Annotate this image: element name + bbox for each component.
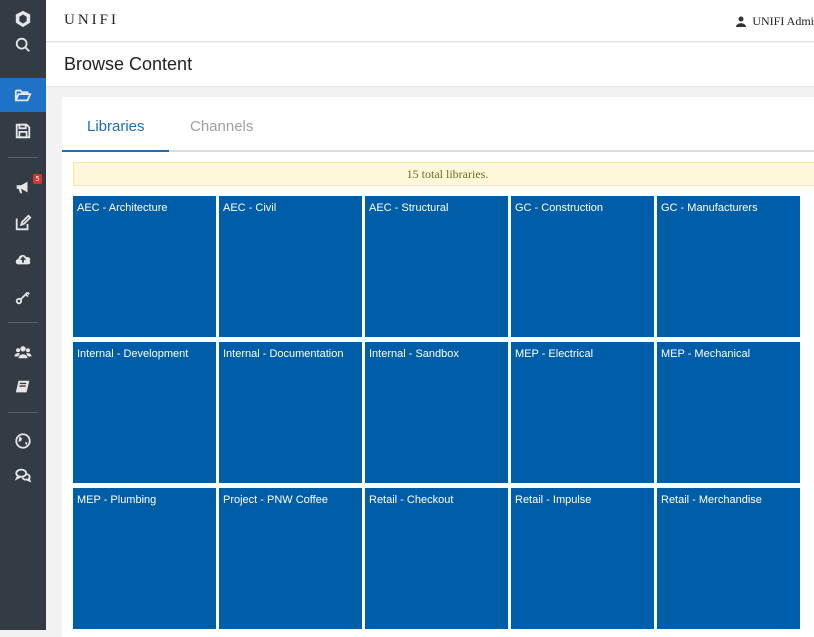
library-tile[interactable]: GC - Construction: [511, 196, 654, 337]
library-tile-label: AEC - Civil: [223, 202, 277, 214]
library-tile-label: MEP - Mechanical: [661, 348, 751, 360]
content-panel: Libraries Channels 15 total libraries. A…: [62, 97, 814, 637]
key-icon[interactable]: [0, 280, 46, 314]
library-tile[interactable]: Retail - Merchandise: [657, 488, 800, 629]
library-tile[interactable]: Retail - Impulse: [511, 488, 654, 629]
sidebar: 5: [0, 0, 46, 630]
library-tile-label: AEC - Architecture: [77, 202, 168, 214]
library-tile-label: GC - Manufacturers: [661, 202, 758, 214]
chat-icon[interactable]: [0, 458, 46, 492]
user-icon: [736, 16, 747, 27]
library-tile[interactable]: Project - PNW Coffee: [219, 488, 362, 629]
library-tile[interactable]: GC - Manufacturers: [657, 196, 800, 337]
user-menu[interactable]: UNIFI Admi: [736, 14, 814, 29]
library-tile-label: AEC - Structural: [369, 202, 449, 214]
library-tile-label: MEP - Electrical: [515, 348, 594, 360]
library-tile[interactable]: Internal - Documentation: [219, 342, 362, 483]
tab-bar: Libraries Channels: [62, 97, 814, 152]
library-tile[interactable]: MEP - Mechanical: [657, 342, 800, 483]
brand-logo-text: UNIFI: [64, 12, 119, 28]
edit-icon[interactable]: [0, 206, 46, 240]
library-tile[interactable]: MEP - Electrical: [511, 342, 654, 483]
active-tab-indicator: [62, 150, 169, 152]
sidebar-divider: [8, 157, 38, 158]
users-icon[interactable]: [0, 335, 46, 369]
library-tile[interactable]: AEC - Architecture: [73, 196, 216, 337]
megaphone-icon[interactable]: 5: [0, 170, 46, 204]
library-tile[interactable]: MEP - Plumbing: [73, 488, 216, 629]
library-tile[interactable]: Internal - Sandbox: [365, 342, 508, 483]
library-tile[interactable]: AEC - Civil: [219, 196, 362, 337]
library-tile-label: Retail - Impulse: [515, 494, 592, 506]
page-header: Browse Content: [46, 43, 814, 87]
search-icon[interactable]: [0, 28, 46, 62]
tab-libraries[interactable]: Libraries: [87, 118, 145, 135]
library-tile[interactable]: Retail - Checkout: [365, 488, 508, 629]
folder-open-icon[interactable]: [0, 78, 46, 112]
user-name: UNIFI Admi: [752, 14, 814, 28]
library-tile[interactable]: Internal - Development: [73, 342, 216, 483]
library-tile-label: Project - PNW Coffee: [223, 494, 328, 506]
book-icon[interactable]: [0, 370, 46, 404]
cloud-upload-icon[interactable]: [0, 242, 46, 276]
library-tile-label: Internal - Sandbox: [369, 348, 459, 360]
libraries-count-banner: 15 total libraries.: [73, 162, 814, 186]
library-tile[interactable]: AEC - Structural: [365, 196, 508, 337]
library-tile-label: Retail - Checkout: [369, 494, 454, 506]
save-icon[interactable]: [0, 114, 46, 148]
library-tile-label: Internal - Development: [77, 348, 189, 360]
library-tile-label: MEP - Plumbing: [77, 494, 157, 506]
library-tile-label: Internal - Documentation: [223, 348, 344, 360]
sidebar-divider: [8, 322, 38, 323]
notification-badge: 5: [33, 174, 42, 184]
top-bar: UNIFI UNIFI Admi: [46, 0, 814, 42]
library-tile-label: Retail - Merchandise: [661, 494, 762, 506]
globe-icon[interactable]: [0, 424, 46, 458]
page-title: Browse Content: [64, 54, 193, 74]
library-tile-label: GC - Construction: [515, 202, 604, 214]
tab-channels[interactable]: Channels: [190, 118, 253, 135]
sidebar-divider: [8, 412, 38, 413]
